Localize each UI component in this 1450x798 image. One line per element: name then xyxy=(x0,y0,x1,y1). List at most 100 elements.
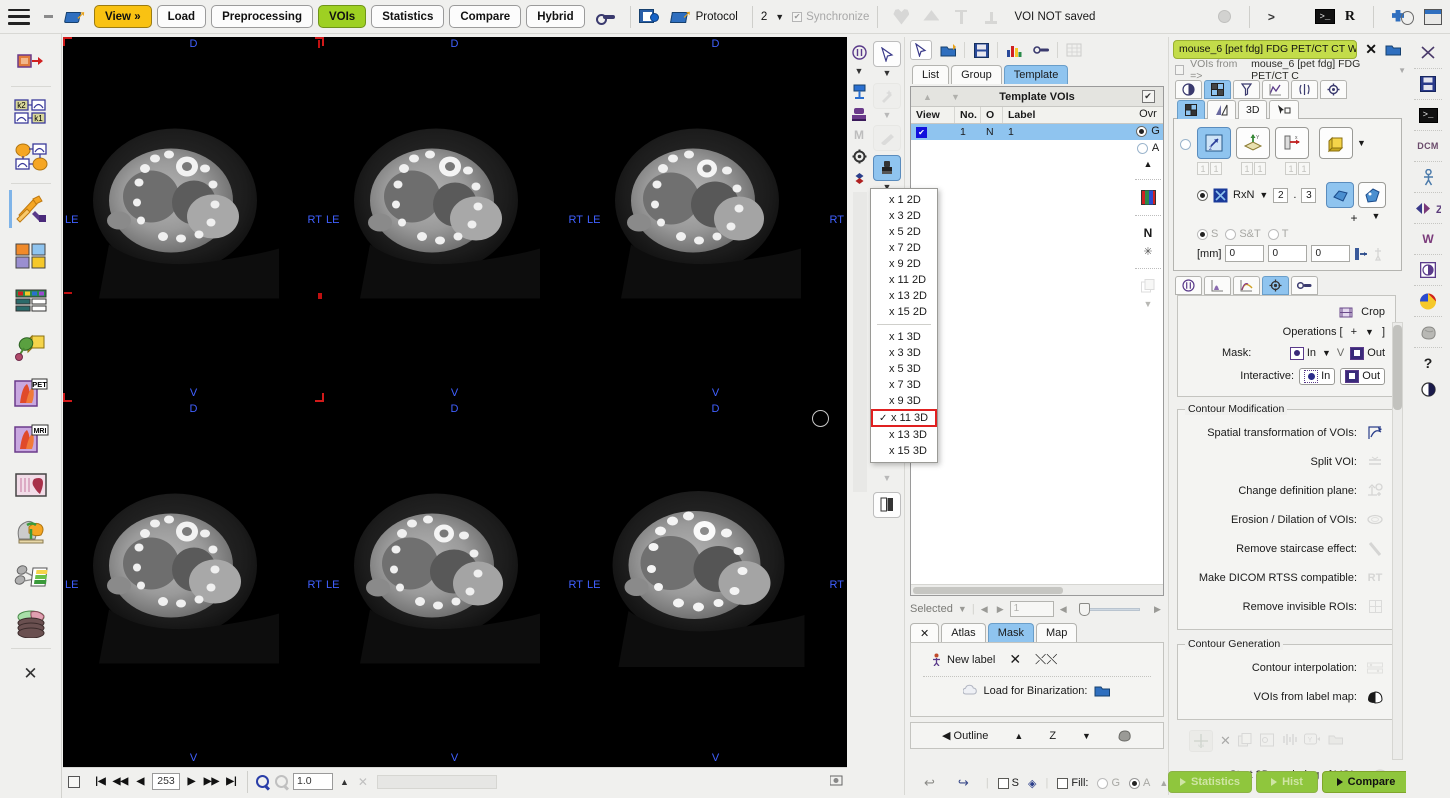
sidebar-item-fusion[interactable] xyxy=(8,232,54,278)
chevron-down-icon[interactable]: ▼ xyxy=(1082,731,1091,741)
protocol-label[interactable]: Protocol xyxy=(696,11,738,23)
row-spatial-transform[interactable]: Spatial transformation of VOIs: xyxy=(1178,418,1389,447)
tooltab-3d[interactable]: 3D xyxy=(1238,100,1268,119)
view-button[interactable]: View » xyxy=(94,5,152,28)
apply-offset-icon[interactable] xyxy=(1354,247,1368,261)
mm-x-input[interactable]: 0 xyxy=(1225,245,1265,262)
info-circle-icon[interactable] xyxy=(849,41,869,63)
sort-asc-icon[interactable]: ▲ xyxy=(923,92,932,102)
chevron-down-icon[interactable]: ▼ xyxy=(873,68,901,78)
dropdown-item[interactable]: x 3 3D xyxy=(871,345,937,361)
fill-g-radio[interactable]: G xyxy=(1097,777,1120,789)
z-axis-label[interactable]: Z xyxy=(1049,730,1056,742)
scissors-icon[interactable] xyxy=(1411,40,1445,66)
template-voi-list[interactable]: ▲ ▼ Template VOIs View No. O Label ✔ 1 N… xyxy=(910,86,1164,596)
vois-from-checkbox[interactable] xyxy=(1175,65,1185,75)
row-split-voi[interactable]: Split VOI: xyxy=(1178,447,1389,476)
eye-icon[interactable]: ◈ xyxy=(1028,777,1036,790)
tooltab-geometry[interactable] xyxy=(1207,100,1236,119)
cube-view-button[interactable] xyxy=(1319,127,1353,159)
gear-icon[interactable] xyxy=(849,145,869,167)
grid-layout-dropdown[interactable]: x 1 2D x 3 2D x 5 2D x 7 2D x 9 2D x 11 … xyxy=(870,188,938,463)
dropdown-item[interactable]: x 7 3D xyxy=(871,377,937,393)
compare-action-button[interactable]: Compare xyxy=(1322,771,1410,793)
mtab-filter[interactable] xyxy=(1233,80,1260,99)
rxn-cols-input[interactable]: 3 xyxy=(1301,187,1317,203)
fill-a-radio[interactable]: A xyxy=(1129,777,1150,789)
zoom-in-icon[interactable] xyxy=(255,774,271,790)
add-icon[interactable]: + xyxy=(1350,211,1357,225)
render-icon[interactable] xyxy=(1117,729,1132,742)
help-icon[interactable]: ? xyxy=(1411,350,1445,376)
radio-g[interactable]: G xyxy=(1136,125,1160,137)
radio-t[interactable]: T xyxy=(1267,228,1288,240)
rxn-rows-input[interactable]: 2 xyxy=(1273,187,1289,203)
magic-wand-tool-button[interactable] xyxy=(873,83,901,109)
minimize-icon[interactable] xyxy=(40,10,56,24)
color-palette-icon[interactable] xyxy=(1140,190,1156,205)
ltab-curve[interactable] xyxy=(1233,276,1260,295)
sidebar-item-pet[interactable]: PET xyxy=(8,370,54,416)
row-visibility-checkbox[interactable]: ✔ xyxy=(916,126,927,138)
operations-plus[interactable]: + xyxy=(1351,326,1357,338)
pointer-tool-button[interactable] xyxy=(873,41,901,67)
prev-voi-button[interactable]: ◀ xyxy=(978,604,991,615)
close-series-button[interactable]: ✕ xyxy=(1361,41,1381,58)
ltab-info[interactable] xyxy=(1175,276,1202,295)
mask-out-option[interactable]: Out xyxy=(1350,346,1385,360)
selected-voi-input[interactable]: 1 xyxy=(1009,601,1054,617)
fill-checkbox[interactable]: Fill: xyxy=(1057,777,1088,789)
ltab-histogram[interactable] xyxy=(1204,276,1231,295)
hybrid-button[interactable]: Hybrid xyxy=(526,5,585,28)
statistics-button[interactable]: Statistics xyxy=(371,5,445,28)
prev-fast-button[interactable]: ◀◀ xyxy=(112,773,129,791)
stamp-icon[interactable] xyxy=(849,103,869,125)
radio-a[interactable]: A xyxy=(1136,142,1159,154)
radio-st[interactable]: S&T xyxy=(1225,228,1261,240)
ltab-link[interactable] xyxy=(1291,276,1318,295)
slice-view-3[interactable]: D V LE RT xyxy=(585,37,846,402)
z-flip-icon[interactable]: Z xyxy=(1411,195,1445,221)
interactive-out-button[interactable]: Out xyxy=(1340,367,1385,385)
compare-button[interactable]: Compare xyxy=(449,5,522,28)
sidebar-item-compartment[interactable] xyxy=(8,135,54,181)
tab-mask[interactable]: Mask xyxy=(987,623,1034,642)
tab-template[interactable]: Template xyxy=(1003,65,1069,84)
terminal-icon[interactable]: >_ xyxy=(1314,9,1335,24)
folder-open-icon[interactable] xyxy=(1094,683,1111,698)
tab-atlas[interactable]: Atlas xyxy=(941,623,986,642)
link-icon[interactable] xyxy=(595,11,616,25)
capture-icon[interactable] xyxy=(829,774,847,789)
slice-view-5[interactable]: D V LE RT xyxy=(324,402,585,767)
statistics-action-button[interactable]: Statistics xyxy=(1168,771,1252,793)
sidebar-item-k2k1[interactable]: k2 k1 xyxy=(8,89,54,135)
redo-icon[interactable]: ↪ xyxy=(958,775,969,791)
dropdown-item-selected[interactable]: ✓ x 11 3D xyxy=(871,409,937,427)
prev-slice-button[interactable]: ◀ xyxy=(132,773,149,791)
brain-3d-icon[interactable] xyxy=(1411,319,1445,345)
zoom-up-icon[interactable]: ▲ xyxy=(340,777,349,787)
sidebar-item-close[interactable]: ✕ xyxy=(8,651,54,697)
chevron-down-icon[interactable]: ▼ xyxy=(1322,348,1331,358)
image-viewport[interactable]: D V LE RT D V LE RT D V LE RT D V LE RT … xyxy=(63,37,847,767)
row-contour-interpolation[interactable]: Contour interpolation: xyxy=(1178,653,1389,682)
slice-number-input[interactable]: 253 xyxy=(152,773,180,790)
chevron-up-icon[interactable]: ▲ xyxy=(1144,159,1153,169)
last-slice-button[interactable]: ▶| xyxy=(223,773,240,791)
dropdown-item[interactable]: x 7 2D xyxy=(871,240,937,256)
contrast-icon[interactable] xyxy=(1411,376,1445,402)
fit-button[interactable] xyxy=(1326,182,1355,208)
split-view-button[interactable] xyxy=(873,492,901,518)
dropdown-item[interactable]: x 15 2D xyxy=(871,304,937,320)
mtab-gear[interactable] xyxy=(1320,80,1347,99)
radio-g-button[interactable] xyxy=(1136,125,1148,137)
save-icon[interactable] xyxy=(1411,71,1445,97)
chevron-up-icon[interactable]: ▲ xyxy=(1159,778,1168,788)
radio-manual[interactable] xyxy=(1180,139,1191,150)
chevron-up-icon[interactable]: ▲ xyxy=(1014,731,1023,741)
protocol-icon[interactable]: ➚ xyxy=(669,8,692,25)
window-icon[interactable] xyxy=(1411,257,1445,283)
tooltab-grid[interactable] xyxy=(1177,100,1205,119)
window-settings-icon[interactable] xyxy=(638,8,659,25)
slider-left-button[interactable]: ◀ xyxy=(1057,604,1070,615)
